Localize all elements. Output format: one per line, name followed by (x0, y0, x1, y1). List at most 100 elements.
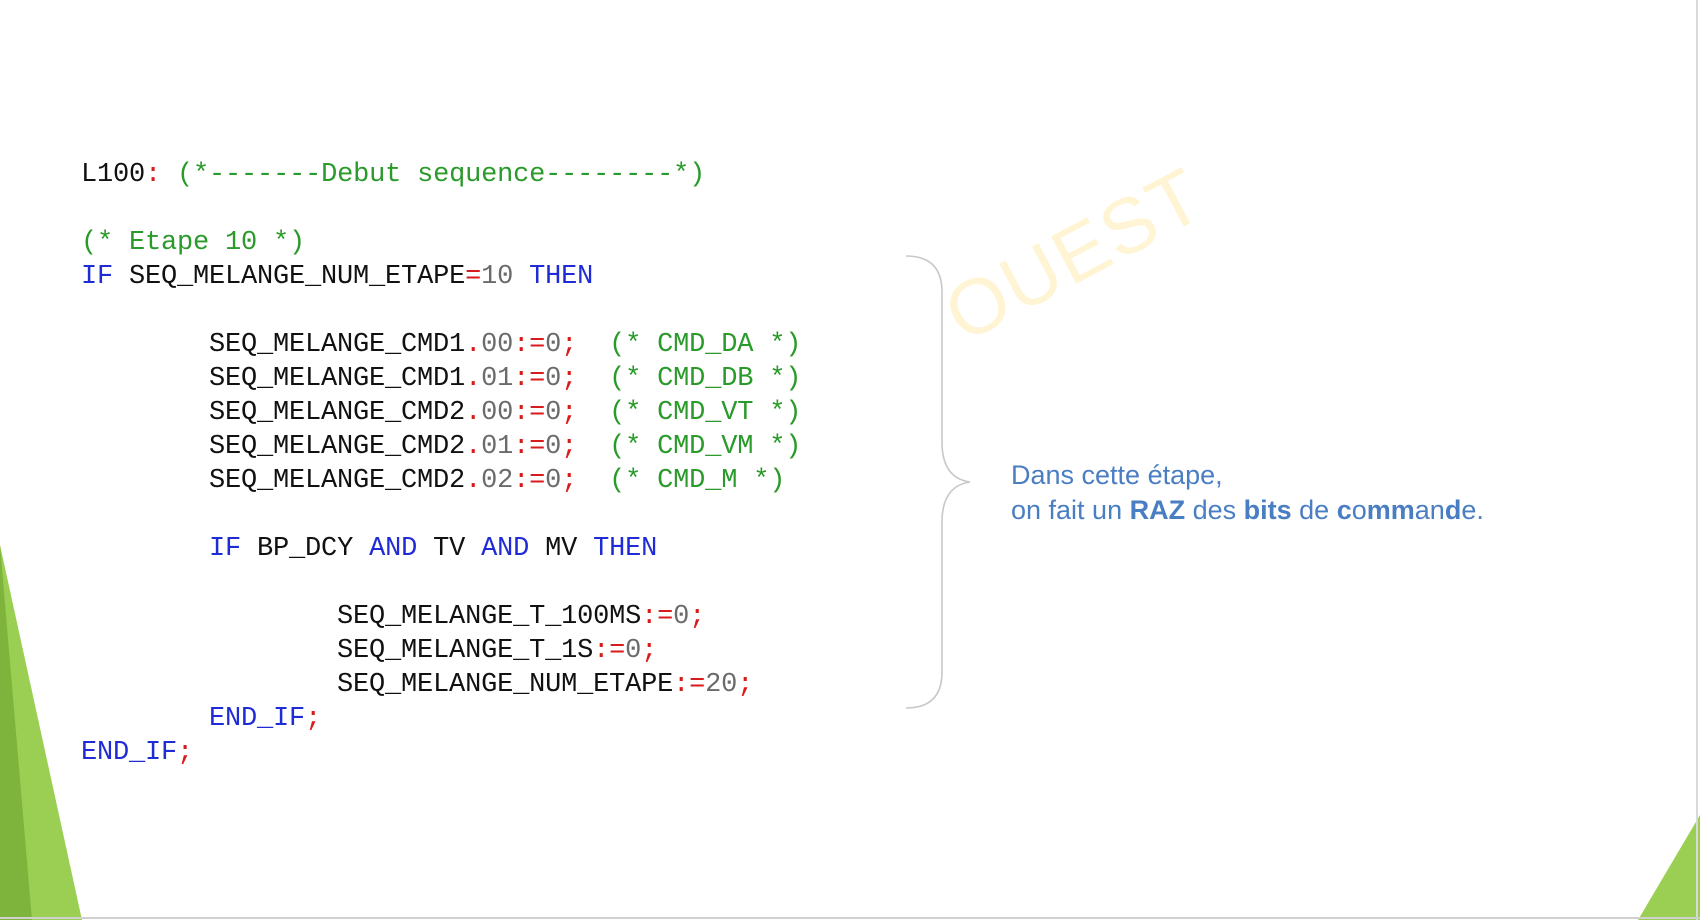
code-token-operator: . (465, 398, 482, 428)
code-token-plain: SEQ_MELANGE_NUM_ETAPE (81, 670, 674, 700)
annotation-emphasis: RAZ (1129, 495, 1186, 525)
code-token-number: 0 (545, 398, 562, 428)
code-token-number: 0 (545, 432, 562, 462)
code-token-keyword: IF (81, 262, 114, 292)
code-token-comment: (* Etape 10 *) (81, 228, 306, 258)
code-line: SEQ_MELANGE_T_100MS:=0; (81, 600, 801, 634)
code-token-plain: BP_DCY (241, 534, 370, 564)
right-green-triangle (1638, 815, 1700, 920)
code-token-number: 00 (481, 330, 514, 360)
code-token-number: 01 (481, 364, 514, 394)
code-token-plain: SEQ_MELANGE_CMD1 (81, 364, 466, 394)
code-token-operator: . (465, 364, 482, 394)
code-token-plain: SEQ_MELANGE_T_1S (81, 636, 594, 666)
code-token-number: 01 (481, 432, 514, 462)
code-line: SEQ_MELANGE_CMD1.00:=0; (* CMD_DA *) (81, 328, 801, 362)
annotation-emphasis: mm (1366, 495, 1415, 525)
code-token-plain: SEQ_MELANGE_T_100MS (81, 602, 642, 632)
code-token-operator: . (465, 432, 482, 462)
code-token-number: 0 (545, 330, 562, 360)
code-token-number: 0 (625, 636, 642, 666)
code-token-plain: SEQ_MELANGE_CMD2 (81, 466, 466, 496)
code-token-operator: . (465, 330, 482, 360)
code-token-operator: := (513, 398, 546, 428)
annotation-fragment: de (1291, 495, 1337, 525)
code-line: SEQ_MELANGE_CMD2.00:=0; (* CMD_VT *) (81, 396, 801, 430)
code-line: END_IF; (81, 736, 801, 770)
code-token-operator: := (641, 602, 674, 632)
code-token-operator: := (593, 636, 626, 666)
code-token-operator: ; (689, 602, 706, 632)
code-token-plain: SEQ_MELANGE_CMD2 (81, 398, 466, 428)
code-token-operator: := (513, 432, 546, 462)
code-token-keyword: THEN (529, 262, 594, 292)
code-token-keyword: AND (481, 534, 530, 564)
code-token-comment: (* CMD_VT *) (609, 398, 802, 428)
code-token-comment: (*-------Debut sequence--------*) (177, 160, 706, 190)
code-line: SEQ_MELANGE_NUM_ETAPE:=20; (81, 668, 801, 702)
annotation-emphasis: bits (1243, 495, 1292, 525)
annotation-line-1: Dans cette étape, (1011, 460, 1223, 490)
code-token-operator: ; (737, 670, 754, 700)
code-token-operator: ; (561, 330, 578, 360)
code-token-operator: = (465, 262, 482, 292)
code-line: SEQ_MELANGE_CMD2.02:=0; (* CMD_M *) (81, 464, 801, 498)
code-block: L100: (*-------Debut sequence--------*) … (81, 158, 801, 770)
code-token-number: 20 (705, 670, 738, 700)
code-token-plain: L100 (81, 160, 146, 190)
code-token-number: 10 (481, 262, 514, 292)
code-token-comment: (* CMD_DA *) (609, 330, 802, 360)
code-line: IF SEQ_MELANGE_NUM_ETAPE=10 THEN (81, 260, 801, 294)
code-token-keyword: END_IF (209, 704, 306, 734)
code-token-plain: SEQ_MELANGE_CMD2 (81, 432, 466, 462)
annotation-fragment: an (1414, 495, 1445, 525)
watermark-text: OUEST (930, 150, 1218, 359)
code-token-operator: ; (641, 636, 658, 666)
code-token-operator: := (513, 364, 546, 394)
annotation-emphasis: c (1336, 495, 1352, 525)
code-token-operator: ; (305, 704, 322, 734)
code-token-comment: (* CMD_DB *) (609, 364, 802, 394)
annotation-fragment: on fait un (1011, 495, 1130, 525)
left-green-triangle (0, 545, 82, 920)
code-token-keyword: THEN (593, 534, 658, 564)
annotation-fragment: e. (1461, 495, 1484, 525)
code-token-operator: := (513, 466, 546, 496)
annotation-text: Dans cette étape, on fait un RAZ des bit… (1011, 458, 1484, 528)
annotation-fragment: o (1351, 495, 1367, 525)
curly-brace (905, 255, 970, 709)
code-line: SEQ_MELANGE_CMD2.01:=0; (* CMD_VM *) (81, 430, 801, 464)
code-token-number: 0 (545, 466, 562, 496)
code-token-operator: := (513, 330, 546, 360)
code-token-operator: := (673, 670, 706, 700)
code-line: SEQ_MELANGE_CMD1.01:=0; (* CMD_DB *) (81, 362, 801, 396)
code-token-operator: ; (561, 364, 578, 394)
code-line: L100: (*-------Debut sequence--------*) (81, 158, 801, 192)
code-token-number: 00 (481, 398, 514, 428)
annotation-fragment: des (1185, 495, 1244, 525)
code-token-operator: . (465, 466, 482, 496)
code-line: IF BP_DCY AND TV AND MV THEN (81, 532, 801, 566)
annotation-line-2: on fait un RAZ des bits de commande. (1011, 493, 1484, 528)
left-green-triangle-shade (0, 545, 32, 920)
code-line: SEQ_MELANGE_T_1S:=0; (81, 634, 801, 668)
code-token-operator: ; (561, 466, 578, 496)
code-token-number: 0 (673, 602, 690, 632)
code-token-operator: ; (561, 432, 578, 462)
code-token-comment: (* CMD_VM *) (609, 432, 802, 462)
code-token-number: 02 (481, 466, 514, 496)
slide: OUEST L100: (*-------Debut sequence-----… (0, 0, 1700, 920)
code-token-comment: (* CMD_M *) (609, 466, 786, 496)
code-token-plain: SEQ_MELANGE_NUM_ETAPE (113, 262, 466, 292)
